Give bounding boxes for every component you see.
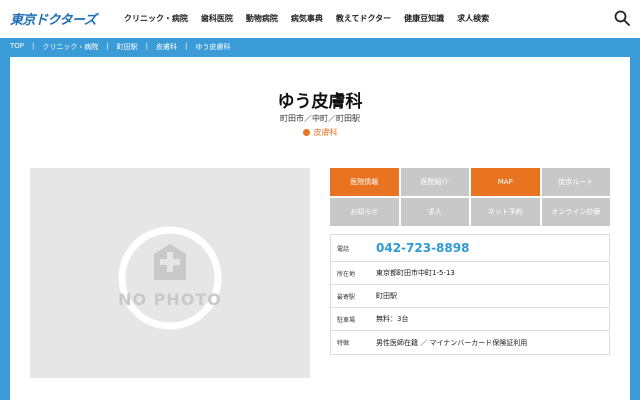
clinic-tabs: 医院情報 医院紹介 MAP 徒歩ルート お知らせ 求人 ネット予約 オンライン診… <box>330 168 610 226</box>
info-row-address: 所在地 東京都町田市中町1-5-13 <box>331 262 609 285</box>
nav-ask-doctor[interactable]: 教えてドクター <box>336 13 391 24</box>
main-nav: クリニック・病院 歯科医院 動物病院 病気事典 教えてドクター 健康豆知識 求人… <box>124 13 502 24</box>
category-dot-icon <box>302 129 310 136</box>
no-photo-icon <box>118 226 222 330</box>
tab-clinic-info[interactable]: 医院情報 <box>330 168 399 196</box>
tab-clinic-intro[interactable]: 医院紹介 <box>400 168 469 196</box>
breadcrumb-separator: | <box>106 42 109 50</box>
clinic-category-label: 皮膚科 <box>313 128 338 137</box>
nav-health-tips[interactable]: 健康豆知識 <box>404 13 444 24</box>
breadcrumb-category[interactable]: 皮膚科 <box>156 42 177 52</box>
clinic-photo-placeholder: NO PHOTO <box>30 168 310 378</box>
nav-jobs[interactable]: 求人検索 <box>457 13 489 24</box>
site-header: 東京ドクターズ クリニック・病院 歯科医院 動物病院 病気事典 教えてドクター … <box>0 0 640 38</box>
nav-clinic[interactable]: クリニック・病院 <box>124 13 188 24</box>
station-label: 最寄駅 <box>337 293 356 301</box>
parking-value: 無料：3台 <box>376 315 409 323</box>
phone-number[interactable]: 042-723-8898 <box>376 241 469 255</box>
no-photo-label: NO PHOTO <box>118 290 222 309</box>
tab-map[interactable]: MAP <box>471 168 540 196</box>
breadcrumb-top[interactable]: TOP <box>10 42 24 52</box>
features-label: 特徴 <box>337 340 350 347</box>
nav-animal[interactable]: 動物病院 <box>246 13 278 24</box>
address-label: 所在地 <box>337 270 356 278</box>
tab-online-booking[interactable]: ネット予約 <box>471 198 540 226</box>
info-row-parking: 駐車場 無料：3台 <box>331 308 609 331</box>
tab-news[interactable]: お知らせ <box>330 198 399 226</box>
phone-label: 電話 <box>337 245 350 253</box>
clinic-info-table: 電話 042-723-8898 所在地 東京都町田市中町1-5-13 最寄駅 町… <box>330 234 610 355</box>
info-row-features: 特徴 男性医師在籍 ／ マイナンバーカード保険証利用 <box>331 331 609 354</box>
info-row-phone: 電話 042-723-8898 <box>331 235 609 262</box>
breadcrumb-clinic[interactable]: クリニック・病院 <box>42 42 98 52</box>
nav-dental[interactable]: 歯科医院 <box>201 13 233 24</box>
breadcrumb: TOP | クリニック・病院 | 町田駅 | 皮膚科 | ゆう皮膚科 <box>10 42 230 52</box>
search-icon[interactable] <box>614 10 630 26</box>
breadcrumb-separator: | <box>32 42 35 50</box>
clinic-category[interactable]: 皮膚科 <box>10 127 630 138</box>
clinic-location: 町田市／中町／町田駅 <box>280 114 360 123</box>
tab-jobs[interactable]: 求人 <box>400 198 469 226</box>
nav-disease[interactable]: 病気事典 <box>291 13 323 24</box>
station-value: 町田駅 <box>376 292 397 300</box>
clinic-detail-panel: ゆう皮膚科 町田市／中町／町田駅 皮膚科 NO PHOTO 医院情報 医院紹介 … <box>10 57 630 400</box>
features-value: 男性医師在籍 ／ マイナンバーカード保険証利用 <box>376 338 528 347</box>
address-value: 東京都町田市中町1-5-13 <box>376 269 455 277</box>
clinic-name: ゆう皮膚科 <box>277 92 363 112</box>
breadcrumb-current: ゆう皮膚科 <box>195 43 231 51</box>
site-logo[interactable]: 東京ドクターズ <box>10 9 97 28</box>
breadcrumb-station[interactable]: 町田駅 <box>117 42 138 52</box>
tab-online-consultation[interactable]: オンライン診療 <box>541 198 610 226</box>
parking-label: 駐車場 <box>337 316 356 324</box>
info-row-station: 最寄駅 町田駅 <box>331 285 609 308</box>
breadcrumb-separator: | <box>184 42 188 50</box>
breadcrumb-separator: | <box>145 42 148 50</box>
tab-walking-route[interactable]: 徒歩ルート <box>541 168 610 196</box>
